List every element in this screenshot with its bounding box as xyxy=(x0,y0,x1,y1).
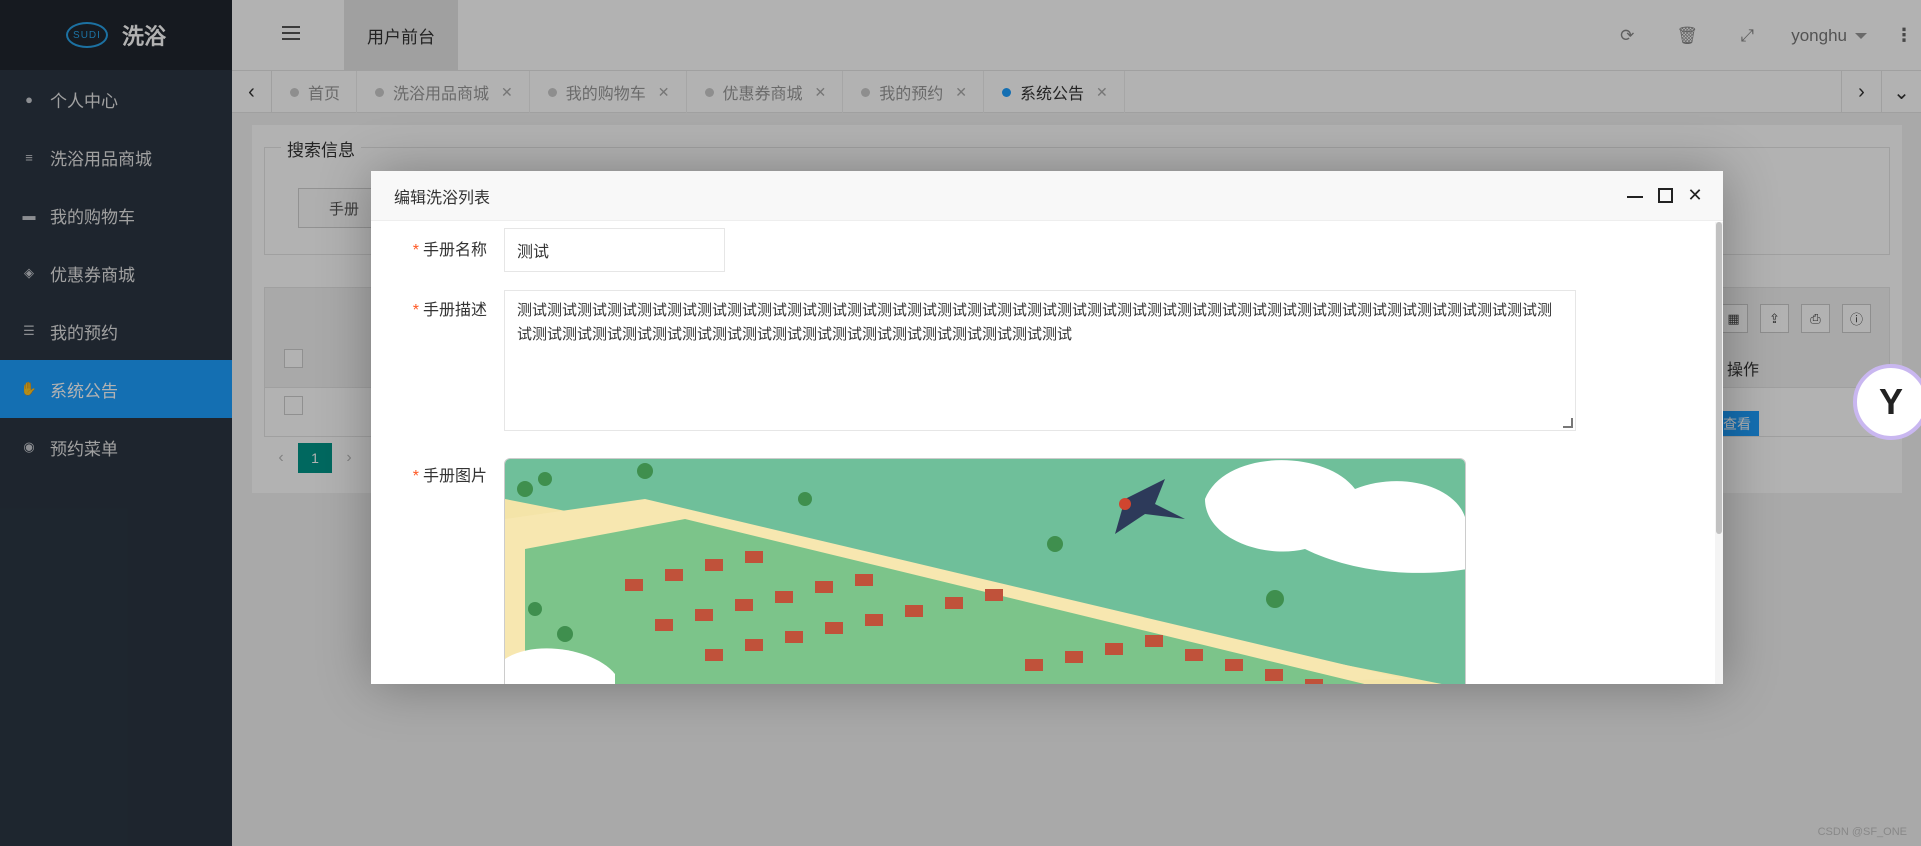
name-input[interactable]: 测试 xyxy=(504,228,725,272)
assistant-badge-icon[interactable]: Y xyxy=(1853,364,1921,440)
modal-body: * 手册名称 测试 * 手册描述 测试测试测试测试测试测试测试测试测试测试测试测试测… xyxy=(371,222,1723,684)
watermark: CSDN @SF_ONE xyxy=(1817,826,1907,838)
image-label: * 手册图片 xyxy=(412,468,487,485)
manual-image[interactable] xyxy=(504,458,1466,684)
image-row: * 手册图片 xyxy=(371,458,1466,684)
edit-modal: 编辑洗浴列表 ✕ * 手册名称 测试 * 手册描述 测试测试测试测试测试测试测试测试… xyxy=(371,171,1723,684)
maximize-icon[interactable] xyxy=(1655,185,1675,205)
name-label: * 手册名称 xyxy=(412,242,487,259)
desc-text: 测试测试测试测试测试测试测试测试测试测试测试测试测试测试测试测试测试测试测试测试… xyxy=(517,302,1553,343)
desc-label: * 手册描述 xyxy=(412,302,487,319)
scrollbar-thumb[interactable] xyxy=(1716,222,1722,534)
modal-scrollbar[interactable] xyxy=(1715,222,1723,684)
name-row: * 手册名称 测试 xyxy=(371,228,725,272)
close-icon[interactable]: ✕ xyxy=(1685,185,1705,205)
map-illustration xyxy=(505,459,1465,684)
modal-title: 编辑洗浴列表 xyxy=(394,189,491,207)
modal-header: 编辑洗浴列表 ✕ xyxy=(371,171,1723,221)
resize-handle-icon[interactable] xyxy=(1563,418,1573,428)
minimize-icon[interactable] xyxy=(1625,185,1645,205)
desc-row: * 手册描述 测试测试测试测试测试测试测试测试测试测试测试测试测试测试测试测试测试… xyxy=(371,290,1576,431)
desc-textarea[interactable]: 测试测试测试测试测试测试测试测试测试测试测试测试测试测试测试测试测试测试测试测试… xyxy=(504,290,1576,431)
